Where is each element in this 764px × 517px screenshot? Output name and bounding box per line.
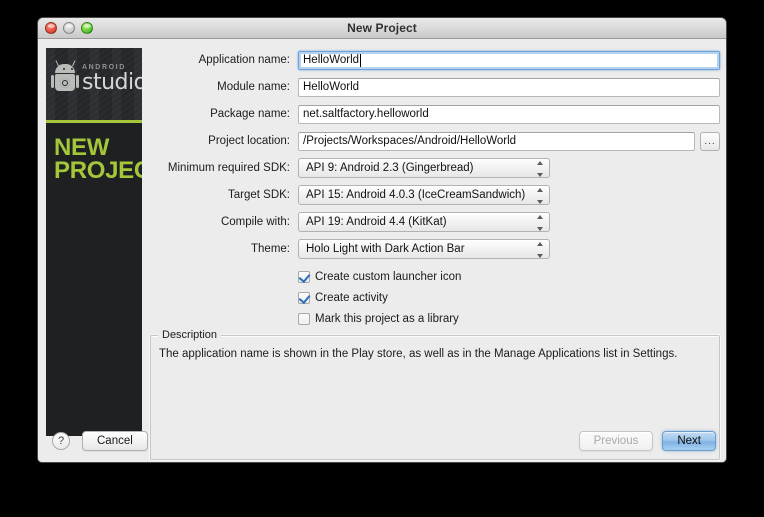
minimum-sdk-select[interactable]: API 9: Android 2.3 (Gingerbread): [298, 158, 550, 178]
text-caret: [360, 54, 361, 67]
field-row-application-name: Application name: HelloWorld: [150, 48, 720, 72]
robot-eye-left: [63, 68, 65, 70]
footer-right-buttons: Previous Next: [579, 431, 716, 451]
field-row-package-name: Package name: net.saltfactory.helloworld: [150, 102, 720, 126]
chevron-updown-icon: [535, 215, 544, 231]
package-name-value: net.saltfactory.helloworld: [303, 106, 429, 123]
sidebar-heading: NEW PROJECT: [46, 123, 142, 183]
new-project-dialog: New Project: [37, 17, 727, 463]
footer-left-buttons: ? Cancel: [52, 431, 148, 451]
gear-icon: [60, 78, 70, 88]
module-name-value: HelloWorld: [303, 79, 359, 96]
chevron-updown-icon: [535, 242, 544, 258]
next-button[interactable]: Next: [662, 431, 716, 451]
android-robot-icon: [52, 64, 78, 94]
window-title: New Project: [38, 21, 726, 35]
field-row-theme: Theme: Holo Light with Dark Action Bar: [150, 237, 720, 261]
field-row-target-sdk: Target SDK: API 15: Android 4.0.3 (IceCr…: [150, 183, 720, 207]
robot-arm-left: [51, 75, 54, 88]
logo-row: ANDROID studio: [52, 64, 142, 94]
android-studio-logo: ANDROID studio: [46, 48, 142, 120]
browse-folder-button[interactable]: ...: [700, 132, 720, 151]
field-row-minimum-sdk: Minimum required SDK: API 9: Android 2.3…: [150, 156, 720, 180]
cancel-button[interactable]: Cancel: [82, 431, 148, 451]
application-name-value: HelloWorld: [303, 52, 359, 69]
label-package-name: Package name:: [150, 108, 298, 120]
chevron-updown-icon: [535, 161, 544, 177]
robot-arm-right: [76, 75, 79, 88]
checkbox-row-mark-as-library[interactable]: Mark this project as a library: [150, 309, 720, 329]
project-location-input[interactable]: /Projects/Workspaces/Android/HelloWorld: [298, 132, 695, 151]
label-minimum-sdk: Minimum required SDK:: [150, 162, 298, 174]
label-project-location: Project location:: [150, 135, 298, 147]
checkbox-row-create-activity[interactable]: Create activity: [150, 288, 720, 308]
label-module-name: Module name:: [150, 81, 298, 93]
description-text: The application name is shown in the Pla…: [151, 336, 719, 363]
sidebar-heading-line2: PROJECT: [54, 160, 142, 183]
application-name-input[interactable]: HelloWorld: [298, 51, 720, 70]
robot-head: [55, 64, 75, 73]
theme-select[interactable]: Holo Light with Dark Action Bar: [298, 239, 550, 259]
compile-with-value: API 19: Android 4.4 (KitKat): [306, 216, 447, 228]
package-name-input[interactable]: net.saltfactory.helloworld: [298, 105, 720, 124]
robot-eye-right: [71, 68, 73, 70]
label-compile-with: Compile with:: [150, 216, 298, 228]
previous-button[interactable]: Previous: [579, 431, 654, 451]
logo-brand-large: studio: [82, 72, 142, 94]
target-sdk-value: API 15: Android 4.0.3 (IceCreamSandwich): [306, 189, 525, 201]
checkbox-label-create-activity: Create activity: [315, 292, 388, 304]
compile-with-select[interactable]: API 19: Android 4.4 (KitKat): [298, 212, 550, 232]
checkbox-row-custom-launcher-icon[interactable]: Create custom launcher icon: [150, 267, 720, 287]
wizard-sidebar: ANDROID studio NEW PROJECT: [46, 48, 142, 436]
project-form: Application name: HelloWorld Module name…: [150, 48, 720, 355]
label-application-name: Application name:: [150, 54, 298, 66]
target-sdk-select[interactable]: API 15: Android 4.0.3 (IceCreamSandwich): [298, 185, 550, 205]
dialog-footer: ? Cancel Previous Next: [38, 420, 726, 462]
minimum-sdk-value: API 9: Android 2.3 (Gingerbread): [306, 162, 474, 174]
field-row-module-name: Module name: HelloWorld: [150, 75, 720, 99]
checkbox-create-activity[interactable]: [298, 292, 310, 304]
description-legend: Description: [158, 329, 221, 341]
checkbox-create-custom-launcher-icon[interactable]: [298, 271, 310, 283]
logo-wordmark: ANDROID studio: [82, 64, 142, 94]
label-target-sdk: Target SDK:: [150, 189, 298, 201]
checkbox-label-create-custom-launcher-icon: Create custom launcher icon: [315, 271, 461, 283]
field-row-compile-with: Compile with: API 19: Android 4.4 (KitKa…: [150, 210, 720, 234]
checkbox-mark-project-as-library[interactable]: [298, 313, 310, 325]
theme-value: Holo Light with Dark Action Bar: [306, 243, 465, 255]
chevron-updown-icon: [535, 188, 544, 204]
help-button[interactable]: ?: [52, 432, 70, 450]
module-name-input[interactable]: HelloWorld: [298, 78, 720, 97]
field-row-project-location: Project location: /Projects/Workspaces/A…: [150, 129, 720, 153]
checkbox-label-mark-project-as-library: Mark this project as a library: [315, 313, 459, 325]
project-location-value: /Projects/Workspaces/Android/HelloWorld: [303, 133, 516, 150]
label-theme: Theme:: [150, 243, 298, 255]
dialog-content: ANDROID studio NEW PROJECT Application n…: [38, 39, 726, 462]
window-titlebar[interactable]: New Project: [38, 18, 726, 39]
